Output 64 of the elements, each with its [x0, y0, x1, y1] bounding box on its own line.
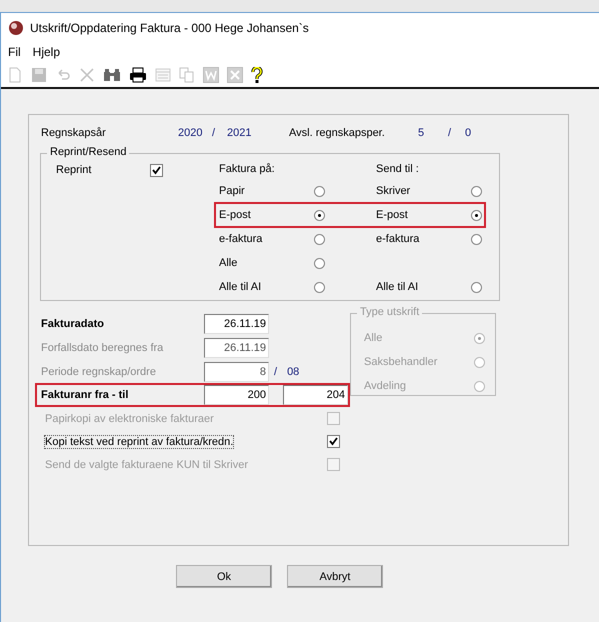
closed-period-value: 5	[418, 127, 426, 139]
option-label: Alle til AI	[219, 281, 262, 293]
radio-button[interactable]	[471, 282, 482, 292]
option-label: Avdeling	[364, 380, 407, 392]
radio-button[interactable]	[314, 234, 325, 244]
dialog-button[interactable]: Ok	[176, 565, 272, 588]
field-label: Periode regnskap/ordre	[41, 366, 157, 378]
radio-button[interactable]	[471, 186, 482, 196]
column-heading: Faktura på:	[219, 163, 276, 175]
reprint-label: Reprint	[56, 164, 92, 176]
printer-icon[interactable]	[129, 66, 147, 82]
binoculars-icon[interactable]	[103, 66, 121, 82]
option-label: e-faktura	[219, 233, 264, 245]
fiscal-year-value: 2020	[178, 127, 204, 139]
radio-button[interactable]	[314, 186, 325, 196]
closed-period-value: 0	[465, 127, 472, 139]
radio-button[interactable]	[314, 258, 325, 268]
option-label: Skriver	[376, 185, 412, 197]
radio-button[interactable]	[314, 210, 325, 220]
radio-button[interactable]	[474, 356, 485, 368]
field-label: Fakturanr fra - til	[41, 389, 130, 401]
help-icon[interactable]	[251, 66, 263, 82]
radio-button[interactable]	[474, 332, 485, 344]
option-label: Alle	[364, 332, 384, 344]
field-label: Fakturadato	[41, 318, 105, 330]
window-title: Utskrift/Oppdatering Faktura - 000 Hege Johansen`s	[30, 20, 309, 34]
checkbox-label: Papirkopi av elektroniske fakturaer	[44, 412, 215, 426]
checkbox-label: Kopi tekst ved reprint av faktura/kredn.	[44, 434, 234, 448]
menu-item[interactable]: Hjelp	[32, 45, 60, 59]
to-field[interactable]: 204	[283, 385, 348, 405]
radio-button[interactable]	[474, 380, 485, 392]
fiscal-year-label: Regnskapsår	[41, 127, 107, 139]
period-field[interactable]: 8	[204, 362, 269, 382]
separator-text: /	[274, 366, 278, 378]
app-icon	[8, 20, 24, 36]
date-field[interactable]: 26.11.19	[204, 338, 269, 358]
separator-text: /	[212, 127, 216, 139]
separator-text: /	[448, 127, 452, 139]
group-legend: Reprint/Resend	[47, 146, 130, 158]
checkbox[interactable]	[327, 412, 340, 425]
option-label: Alle til AI	[376, 281, 420, 293]
dialog-button[interactable]: Avbryt	[287, 565, 383, 588]
group-legend: Type utskrift	[357, 306, 422, 318]
date-field[interactable]: 26.11.19	[204, 314, 269, 334]
checkbox[interactable]	[327, 458, 340, 471]
option-label: Saksbehandler	[364, 356, 438, 368]
checkbox-label: Send de valgte fakturaene KUN til Skriver	[44, 458, 249, 472]
fiscal-year-value: 2021	[227, 127, 252, 139]
from-field[interactable]: 200	[204, 385, 269, 405]
option-label: Alle	[219, 257, 238, 269]
closed-period-label: Avsl. regnskapsper.	[289, 127, 386, 139]
checkbox[interactable]	[327, 435, 340, 448]
radio-button[interactable]	[471, 234, 482, 244]
column-heading: Send til :	[376, 163, 420, 175]
option-label: e-faktura	[376, 233, 420, 245]
period-value: 08	[287, 366, 300, 378]
option-label: Papir	[219, 185, 246, 197]
option-label: E-post	[219, 209, 252, 221]
reprint-checkbox[interactable]	[150, 164, 163, 177]
radio-button[interactable]	[314, 282, 325, 292]
option-label: E-post	[376, 209, 409, 221]
field-label: Forfallsdato beregnes fra	[41, 342, 164, 354]
menu-item[interactable]: Fil	[8, 45, 21, 59]
radio-button[interactable]	[471, 210, 482, 220]
